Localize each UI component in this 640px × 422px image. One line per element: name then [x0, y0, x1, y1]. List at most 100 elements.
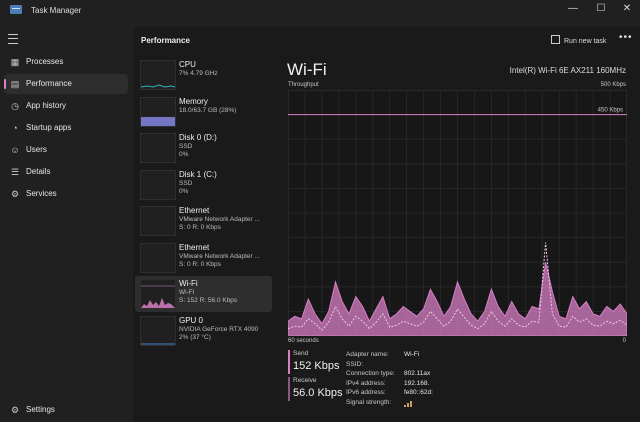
device-detail: S: 152 R: 56.0 Kbps — [179, 297, 238, 304]
receive-indicator — [288, 377, 290, 401]
property-label: IPv4 address: — [346, 379, 386, 387]
device-name: Ethernet — [179, 242, 210, 252]
sidebar-item-performance[interactable]: ▤ Performance — [4, 74, 128, 94]
throughput-label: Throughput — [288, 82, 319, 88]
device-item-ethernet[interactable]: Ethernet VMware Network Adapter ... S: 0 R… — [135, 240, 272, 276]
device-name: Disk 1 (C:) — [179, 169, 217, 179]
device-item-cpu[interactable]: CPU 7% 4.79 GHz — [135, 57, 272, 93]
adapter-name: Intel(R) Wi-Fi 6E AX211 160MHz — [509, 66, 626, 75]
sidebar-item-settings[interactable]: ⚙ Settings — [4, 400, 128, 420]
sidebar-item-label: Services — [26, 189, 57, 198]
users-icon: ☺ — [10, 145, 20, 155]
details-icon: ☰ — [10, 167, 20, 177]
device-detail: SSD — [179, 143, 193, 150]
receive-label: Receive — [293, 377, 317, 384]
sidebar-item-processes[interactable]: ▦ Processes — [4, 52, 128, 72]
property-value: 802.11ax — [404, 370, 431, 378]
services-icon: ⚙ — [10, 189, 20, 199]
device-item-gpu-0[interactable]: GPU 0 NVIDIA GeForce RTX 4090 2% (37 °C) — [135, 313, 272, 349]
property-label: SSID: — [346, 360, 363, 368]
device-thumbnail — [140, 242, 176, 273]
close-button[interactable]: ✕ — [616, 2, 638, 16]
sidebar-item-label: Processes — [26, 57, 64, 66]
device-detail: Wi-Fi — [179, 289, 195, 296]
throughput-graph: 450 Kbps — [288, 90, 627, 336]
device-detail: 18.0/63.7 GB (28%) — [179, 106, 237, 114]
device-name: Disk 0 (D:) — [179, 133, 217, 142]
page-title: Performance — [141, 36, 190, 45]
run-new-task-button[interactable]: Run new task — [551, 35, 606, 45]
performance-icon: ▤ — [10, 79, 20, 89]
sidebar-item-label: Users — [26, 145, 47, 154]
device-item-wi-fi[interactable]: Wi-Fi Wi-Fi S: 152 R: 56.0 Kbps — [135, 276, 272, 312]
sidebar-item-label: Details — [26, 167, 51, 176]
time-axis-right: 0 — [622, 338, 626, 344]
device-thumbnail — [140, 206, 176, 236]
device-thumbnail — [140, 60, 176, 90]
device-thumbnail — [140, 133, 176, 163]
device-detail: VMware Network Adapter ... — [179, 216, 260, 223]
sidebar-item-startup-apps[interactable]: ◔ Startup apps — [4, 118, 128, 138]
device-detail: 0% — [179, 151, 189, 158]
device-detail: 0% — [179, 187, 189, 195]
device-name: Ethernet — [179, 206, 210, 215]
property-label: IPv6 address: — [346, 389, 386, 397]
more-options-icon[interactable]: ••• — [619, 32, 633, 43]
device-item-ethernet[interactable]: Ethernet VMware Network Adapter ... S: 0 R… — [135, 203, 272, 239]
max-throughput-label: 500 Kbps — [600, 82, 626, 88]
send-value: 152 Kbps — [293, 360, 340, 372]
processes-icon: ▦ — [10, 57, 20, 67]
threshold-label: 450 Kbps — [598, 108, 623, 114]
app-history-icon: ◷ — [11, 101, 19, 111]
property-label: Adapter name: — [346, 351, 389, 358]
receive-value: 56.0 Kbps — [293, 387, 343, 399]
sidebar-item-details[interactable]: ☰ Details — [4, 162, 128, 182]
property-value: 192.168. — [404, 379, 430, 387]
maximize-button[interactable]: ☐ — [590, 2, 612, 16]
device-name: Wi-Fi — [179, 279, 198, 288]
device-name: CPU — [179, 60, 196, 69]
sidebar-item-label: Startup apps — [26, 123, 72, 132]
property-value: Wi-Fi — [404, 351, 420, 358]
performance-panel: Performance Run new task ••• CPU 7% 4.79 … — [133, 27, 640, 422]
sidebar-item-label: Performance — [26, 79, 72, 88]
device-thumbnail — [140, 315, 176, 346]
send-label: Send — [293, 350, 309, 357]
window-title: Task Manager — [31, 6, 82, 15]
sidebar-item-services[interactable]: ⚙ Services — [4, 184, 128, 204]
settings-icon: ⚙ — [10, 405, 20, 415]
hamburger-menu-icon[interactable] — [8, 34, 18, 44]
startup-apps-icon: ◔ — [12, 123, 18, 133]
sidebar-item-label: Settings — [26, 405, 55, 414]
device-thumbnail — [140, 169, 176, 200]
signal-strength-icon — [404, 401, 412, 407]
device-thumbnail — [140, 96, 176, 127]
sidebar-nav: ▦ Processes ▤ Performance ◷ App history ◔ Start… — [0, 26, 132, 422]
device-name: GPU 0 — [179, 315, 204, 325]
run-task-icon — [551, 35, 560, 44]
property-label: Connection type: — [346, 370, 395, 378]
property-label: Signal strength: — [346, 399, 392, 406]
device-detail: S: 0 R: 0 Kbps — [179, 260, 221, 268]
device-item-disk-0-d[interactable]: Disk 0 (D:) SSD 0% — [135, 130, 272, 166]
device-detail: S: 0 R: 0 Kbps — [179, 224, 221, 231]
property-value: fe80::62d: — [404, 389, 433, 397]
title-bar: Task Manager — ☐ ✕ — [0, 0, 640, 20]
run-new-task-label: Run new task — [564, 38, 607, 45]
minimize-button[interactable]: — — [562, 2, 584, 16]
device-detail: SSD — [179, 179, 193, 187]
task-manager-app-icon — [10, 5, 22, 14]
device-detail: VMware Network Adapter ... — [179, 252, 260, 260]
device-detail: NVIDIA GeForce RTX 4090 — [179, 325, 259, 333]
device-name: Memory — [179, 96, 208, 106]
device-thumbnail — [140, 279, 176, 309]
graph-title: Wi-Fi — [287, 60, 327, 79]
device-item-disk-1-c[interactable]: Disk 1 (C:) SSD 0% — [135, 167, 272, 203]
sidebar-item-label: App history — [26, 101, 67, 110]
device-detail: 2% (37 °C) — [179, 333, 211, 341]
device-item-memory[interactable]: Memory 18.0/63.7 GB (28%) — [135, 94, 272, 130]
send-indicator — [288, 350, 290, 374]
device-detail: 7% 4.79 GHz — [179, 70, 218, 77]
sidebar-item-app-history[interactable]: ◷ App history — [4, 96, 128, 116]
sidebar-item-users[interactable]: ☺ Users — [4, 140, 128, 160]
